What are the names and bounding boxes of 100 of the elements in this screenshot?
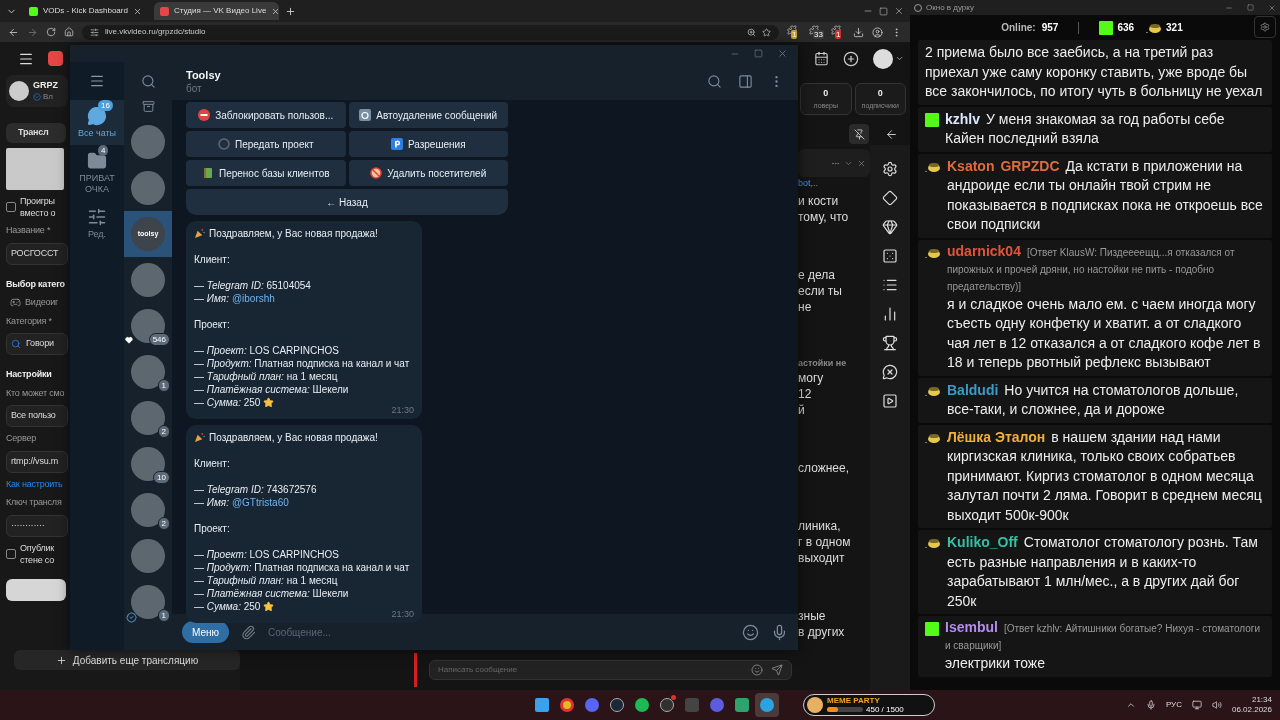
chevron-up-icon[interactable]	[1125, 700, 1136, 710]
profile-card[interactable]: GRPZ Вл	[6, 75, 68, 107]
button-background[interactable]	[6, 578, 66, 601]
folder-tab[interactable]: 4 ПРИВАТ ОЧКА	[70, 145, 124, 201]
username[interactable]: Ksaton	[947, 157, 995, 174]
back-icon[interactable]	[8, 26, 19, 38]
profile-icon[interactable]	[872, 26, 883, 38]
language-indicator[interactable]: РУС	[1165, 699, 1182, 711]
clock-date[interactable]: 06.02.2026	[1231, 705, 1272, 715]
keyboard-button[interactable]: Разрешения	[348, 131, 508, 157]
search-icon[interactable]	[707, 73, 722, 89]
maximize-icon[interactable]	[879, 6, 888, 16]
calendar-icon[interactable]	[814, 51, 829, 66]
menu-icon[interactable]	[89, 73, 105, 89]
chat-list-item[interactable]: 1	[124, 579, 172, 625]
close-icon[interactable]	[133, 6, 142, 16]
add-icon[interactable]	[843, 50, 859, 67]
trophy-icon[interactable]	[882, 335, 898, 351]
username-link[interactable]: @iborshh	[231, 292, 275, 305]
play-icon[interactable]	[882, 393, 898, 409]
diamond-icon[interactable]	[882, 190, 898, 206]
close-icon[interactable]	[1268, 3, 1276, 12]
folder-tab[interactable]: Ред.	[70, 201, 124, 246]
star-icon[interactable]	[762, 27, 771, 37]
emoji-icon[interactable]	[742, 623, 759, 641]
address-bar[interactable]: live.vkvideo.ru/grpzdc/studio	[82, 24, 779, 40]
menu-button[interactable]: Меню	[182, 621, 230, 643]
username[interactable]: Isembul	[945, 619, 998, 635]
chat-blocked-icon[interactable]	[882, 364, 898, 380]
reload-icon[interactable]	[46, 27, 56, 37]
folder-tab[interactable]: 16 Все чаты	[70, 100, 124, 145]
list-icon[interactable]	[882, 277, 898, 293]
close-icon[interactable]	[777, 48, 788, 59]
add-stream-button[interactable]: Добавить еще трансляцию	[14, 650, 240, 670]
speaker-icon[interactable]	[1211, 700, 1222, 710]
unpin-button[interactable]	[849, 124, 869, 144]
search-icon[interactable]	[140, 73, 156, 89]
extension-icon[interactable]	[787, 25, 797, 35]
home-icon[interactable]	[64, 27, 74, 37]
checkbox[interactable]	[6, 202, 16, 212]
keyboard-button[interactable]: Удалить посетителей	[348, 160, 508, 186]
sidebar-icon[interactable]	[738, 73, 753, 89]
zoom-icon[interactable]	[747, 27, 756, 37]
keyboard-button[interactable]: Автоудаление сообщений	[348, 102, 508, 128]
taskbar-app[interactable]	[755, 693, 779, 717]
archive-icon[interactable]	[141, 100, 155, 113]
send-icon[interactable]	[771, 664, 783, 676]
keyboard-button[interactable]: Передать проект	[186, 131, 346, 157]
stream-tab[interactable]: Трансл	[6, 123, 66, 143]
chat-list-item[interactable]: 2	[124, 395, 172, 441]
search-field[interactable]: Говори	[6, 333, 68, 355]
keyboard-button[interactable]: Перенос базы клиентов	[186, 160, 346, 186]
clock-time[interactable]: 21:34	[1251, 695, 1272, 705]
close-icon[interactable]	[894, 6, 904, 16]
username[interactable]: kzhlv	[945, 110, 980, 127]
attach-icon[interactable]	[241, 624, 257, 640]
chat-list-item[interactable]: 10	[124, 441, 172, 487]
forward-icon[interactable]	[27, 26, 38, 38]
input-field[interactable]: rtmp://vsu.m	[6, 450, 68, 473]
back-icon[interactable]	[885, 127, 898, 141]
extension-badge: 33	[813, 30, 824, 39]
bar-chart-icon[interactable]	[882, 306, 898, 322]
input-field[interactable]: Все пользо	[6, 405, 68, 427]
gem-icon[interactable]	[882, 219, 898, 235]
mention-link[interactable]: GRPZDC	[1000, 157, 1060, 174]
keyboard-button[interactable]: Заблокировать пользов...	[186, 102, 346, 128]
dice-icon[interactable]	[882, 248, 898, 264]
microphone-icon[interactable]	[771, 623, 788, 641]
microphone-icon[interactable]	[1145, 700, 1156, 710]
input-field[interactable]: ············	[6, 514, 68, 537]
download-icon[interactable]	[853, 26, 864, 38]
settings-button[interactable]	[1254, 16, 1276, 38]
help-link[interactable]: Как настроить	[6, 477, 63, 491]
settings-icon[interactable]	[882, 161, 898, 177]
keyboard-button[interactable]: ← Назад	[186, 189, 508, 215]
avatar[interactable]	[873, 48, 893, 69]
close-icon[interactable]	[271, 6, 281, 16]
progress-widget[interactable]: MEME PARTY 450 / 1500	[803, 694, 935, 716]
maximize-icon[interactable]	[1247, 4, 1254, 11]
browser-tab[interactable]: Студия — VK Видео Live	[154, 2, 279, 20]
widget-title: MEME PARTY	[827, 696, 880, 705]
mention-link[interactable]: bot	[798, 177, 811, 191]
username[interactable]: Kuliko_Off	[947, 534, 1018, 550]
emoji-icon[interactable]	[751, 664, 763, 676]
username[interactable]: udarnick04	[947, 242, 1021, 259]
extension-icon[interactable]	[831, 25, 841, 35]
new-tab-icon[interactable]	[285, 5, 296, 17]
detail-text: — Проект: LOS CARPINCHOS	[194, 548, 339, 561]
username[interactable]: Baldudi	[947, 381, 999, 398]
chat-list-item[interactable]: 546	[124, 303, 172, 349]
username-link[interactable]: @GTtrista60	[231, 496, 289, 509]
chat-list-item[interactable]: 1	[124, 349, 172, 395]
monitor-icon[interactable]	[1191, 700, 1202, 710]
checkbox[interactable]	[6, 548, 16, 559]
username[interactable]: Лёшка Эталон	[947, 428, 1046, 445]
input-field[interactable]: РОСГОССТ	[6, 242, 68, 265]
close-icon[interactable]	[857, 158, 866, 168]
browser-tab[interactable]: VODs - Kick Dashboard	[23, 2, 148, 20]
chat-list-item[interactable]: 2	[124, 487, 172, 533]
category-option[interactable]: Видеоиг	[25, 296, 59, 310]
